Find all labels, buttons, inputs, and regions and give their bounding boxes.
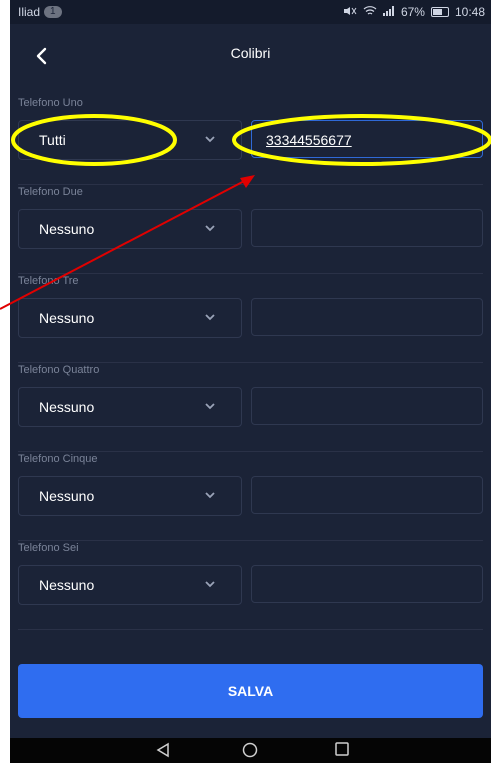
- phone-type-select[interactable]: Tutti: [18, 120, 242, 160]
- page-title: Colibri: [230, 45, 271, 61]
- phone-label: Telefono Due: [18, 186, 83, 198]
- chevron-down-icon: [205, 314, 215, 321]
- phone-label: Telefono Sei: [18, 542, 79, 554]
- chevron-down-icon: [205, 403, 215, 410]
- chevron-down-icon: [205, 492, 215, 499]
- phone-type-select[interactable]: Nessuno: [18, 476, 242, 516]
- phone-label: Telefono Cinque: [18, 453, 98, 465]
- recents-square-icon[interactable]: [335, 742, 349, 756]
- battery-icon: [430, 7, 449, 17]
- phone-number-input[interactable]: 33344556677: [251, 120, 483, 158]
- phone-type-select[interactable]: Nessuno: [18, 298, 242, 338]
- phone-number-input[interactable]: [251, 565, 483, 603]
- phone-type-select[interactable]: Nessuno: [18, 209, 242, 249]
- select-value: Nessuno: [39, 310, 95, 326]
- mute-icon: [343, 5, 357, 19]
- divider: [18, 629, 483, 630]
- phone-number-input[interactable]: [251, 298, 483, 336]
- chevron-down-icon: [205, 136, 215, 143]
- phone-type-select[interactable]: Nessuno: [18, 565, 242, 605]
- select-value: Tutti: [39, 132, 66, 148]
- phone-type-select[interactable]: Nessuno: [18, 387, 242, 427]
- carrier-info: Iliad 1: [18, 5, 62, 19]
- phone-number-input[interactable]: [251, 209, 483, 247]
- divider: [18, 184, 483, 185]
- status-bar: Iliad 1 67% 10:48: [10, 0, 491, 24]
- phone-label: Telefono Uno: [18, 97, 83, 109]
- phone-number-input[interactable]: [251, 476, 483, 514]
- select-value: Nessuno: [39, 577, 95, 593]
- battery-percent: 67%: [400, 5, 425, 19]
- clock: 10:48: [454, 5, 485, 19]
- divider: [18, 273, 483, 274]
- sim-badge: 1: [44, 6, 62, 18]
- system-nav-bar: [10, 738, 491, 763]
- phone-screen: Iliad 1 67% 10:48 Colibri Telefono Uno T…: [10, 0, 491, 763]
- wifi-icon: [363, 5, 377, 19]
- divider: [18, 540, 483, 541]
- phone-row-6: Telefono Sei Nessuno: [10, 542, 491, 630]
- phone-number-input[interactable]: [251, 387, 483, 425]
- select-value: Nessuno: [39, 399, 95, 415]
- phone-row-5: Telefono Cinque Nessuno: [10, 453, 491, 541]
- save-button[interactable]: SALVA: [18, 664, 483, 718]
- divider: [18, 451, 483, 452]
- phone-row-1: Telefono Uno Tutti 33344556677: [10, 97, 491, 185]
- chevron-down-icon: [205, 581, 215, 588]
- app-bar: Colibri: [10, 24, 491, 88]
- phone-row-3: Telefono Tre Nessuno: [10, 275, 491, 363]
- battery-fill: [432, 9, 442, 15]
- status-icons: 67% 10:48: [343, 5, 485, 19]
- select-value: Nessuno: [39, 488, 95, 504]
- select-value: Nessuno: [39, 221, 95, 237]
- phone-label: Telefono Quattro: [18, 364, 100, 376]
- divider: [18, 362, 483, 363]
- carrier-name: Iliad: [18, 5, 41, 19]
- phone-label: Telefono Tre: [18, 275, 79, 287]
- home-circle-icon[interactable]: [242, 742, 258, 758]
- chevron-down-icon: [205, 225, 215, 232]
- phone-row-2: Telefono Due Nessuno: [10, 186, 491, 274]
- phone-row-4: Telefono Quattro Nessuno: [10, 364, 491, 452]
- back-triangle-icon[interactable]: [156, 742, 170, 758]
- signal-icon: [382, 5, 395, 19]
